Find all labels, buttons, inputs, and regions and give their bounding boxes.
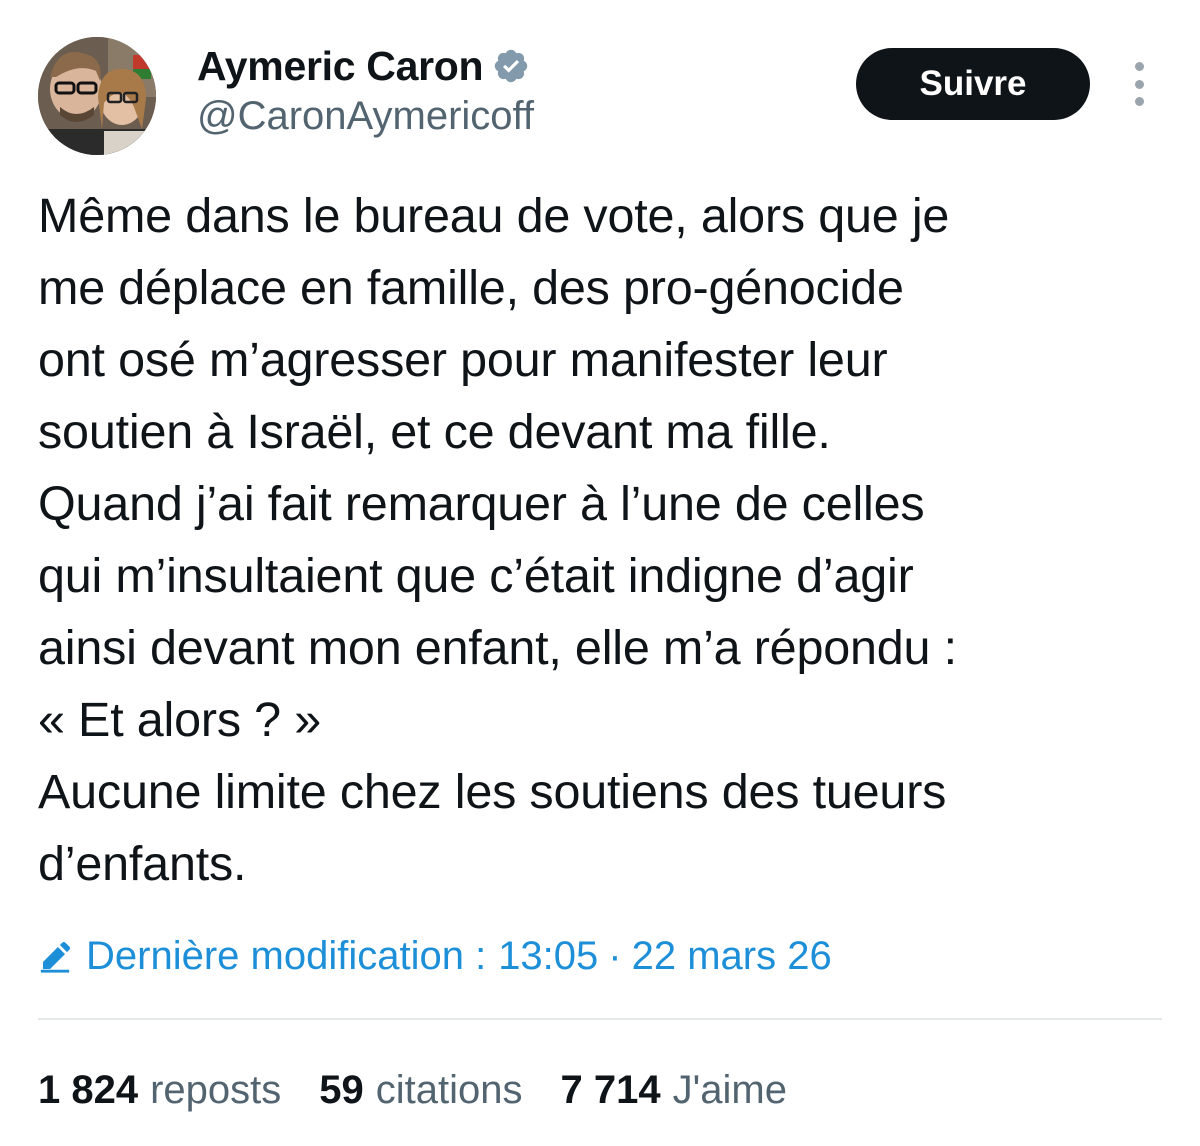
- quotes-count: 59: [319, 1067, 364, 1112]
- reposts-count: 1 824: [38, 1067, 139, 1112]
- edit-history-link[interactable]: Dernière modification :: [86, 934, 486, 979]
- tweet-text-line: me déplace en famille, des pro-génocide: [38, 261, 904, 315]
- edit-info-row: Dernière modification : 13:05 · 22 mars …: [38, 928, 832, 984]
- tweet-text-line: qui m’insultaient que c’était indigne d’…: [38, 549, 914, 603]
- verified-badge-icon: [492, 47, 530, 85]
- tweet-text-line: ainsi devant mon enfant, elle m’a répond…: [38, 621, 957, 675]
- likes-stat[interactable]: 7 714 J'aime: [561, 1068, 787, 1113]
- tweet-text-line: soutien à Israël, et ce devant ma fille.: [38, 405, 831, 459]
- edit-time: 13:05: [498, 933, 599, 978]
- tweet-text-line: Même dans le bureau de vote, alors que j…: [38, 189, 950, 243]
- user-handle[interactable]: @CaronAymericoff: [197, 94, 534, 139]
- pencil-edit-icon: [38, 939, 72, 973]
- tweet-text-line: ont osé m’agresser pour manifester leur: [38, 333, 888, 387]
- quotes-stat[interactable]: 59 citations: [319, 1068, 522, 1113]
- likes-label: J'aime: [672, 1067, 787, 1112]
- divider: [38, 1018, 1162, 1020]
- display-name[interactable]: Aymeric Caron: [197, 43, 484, 90]
- avatar[interactable]: [38, 37, 156, 155]
- tweet-text-line: Quand j’ai fait remarquer à l’une de cel…: [38, 477, 925, 531]
- follow-button[interactable]: Suivre: [856, 48, 1090, 120]
- avatar-photo: [38, 37, 156, 155]
- tweet-text-line: « Et alors ? »: [38, 693, 321, 747]
- tweet-text-line: Aucune limite chez les soutiens des tueu…: [38, 765, 947, 819]
- more-vertical-icon[interactable]: [1126, 62, 1152, 106]
- likes-count: 7 714: [560, 1067, 661, 1112]
- name-row: Aymeric Caron: [197, 40, 530, 92]
- quotes-label: citations: [375, 1067, 523, 1112]
- engagement-stats: 1 824 reposts 59 citations 7 714 J'aime: [38, 1062, 825, 1118]
- reposts-stat[interactable]: 1 824 reposts: [38, 1068, 281, 1113]
- tweet-header: Aymeric Caron @CaronAymericoff Suivre: [0, 0, 1200, 170]
- tweet-text-line: d’enfants.: [38, 837, 247, 891]
- tweet-text: Même dans le bureau de vote, alors que j…: [38, 180, 1158, 900]
- edit-date: 22 mars 26: [631, 933, 832, 978]
- reposts-label: reposts: [150, 1067, 282, 1112]
- separator-dot: ·: [608, 933, 622, 978]
